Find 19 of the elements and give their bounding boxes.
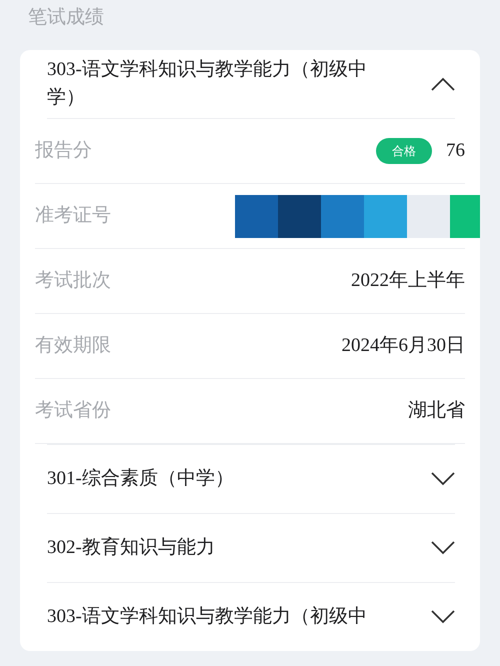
field-label: 考试省份 (35, 398, 111, 423)
field-label: 报告分 (35, 138, 92, 163)
chevron-down-icon (431, 472, 455, 486)
exam-header[interactable]: 303-语文学科知识与教学能力（初级中学） (20, 50, 480, 118)
field-label: 有效期限 (35, 334, 111, 358)
field-label: 准考证号 (35, 204, 111, 228)
field-value: 湖北省 (408, 398, 465, 423)
section-title: 笔试成绩 (27, 6, 105, 30)
score-value: 76 (446, 138, 465, 163)
exam-header[interactable]: 302-教育知识与能力 (20, 514, 480, 582)
field-value: 2024年6月30日 (342, 334, 465, 358)
pass-tag: 合格 (376, 138, 432, 164)
chevron-down-icon (431, 541, 455, 555)
chevron-down-icon (431, 610, 455, 624)
exam-header[interactable]: 303-语文学科知识与教学能力（初级中 (20, 583, 480, 651)
field-value: 2022年上半年 (351, 268, 465, 293)
chevron-up-icon (431, 77, 455, 91)
exam-header[interactable]: 301-综合素质（中学） (20, 445, 480, 513)
field-label: 考试批次 (35, 268, 111, 293)
